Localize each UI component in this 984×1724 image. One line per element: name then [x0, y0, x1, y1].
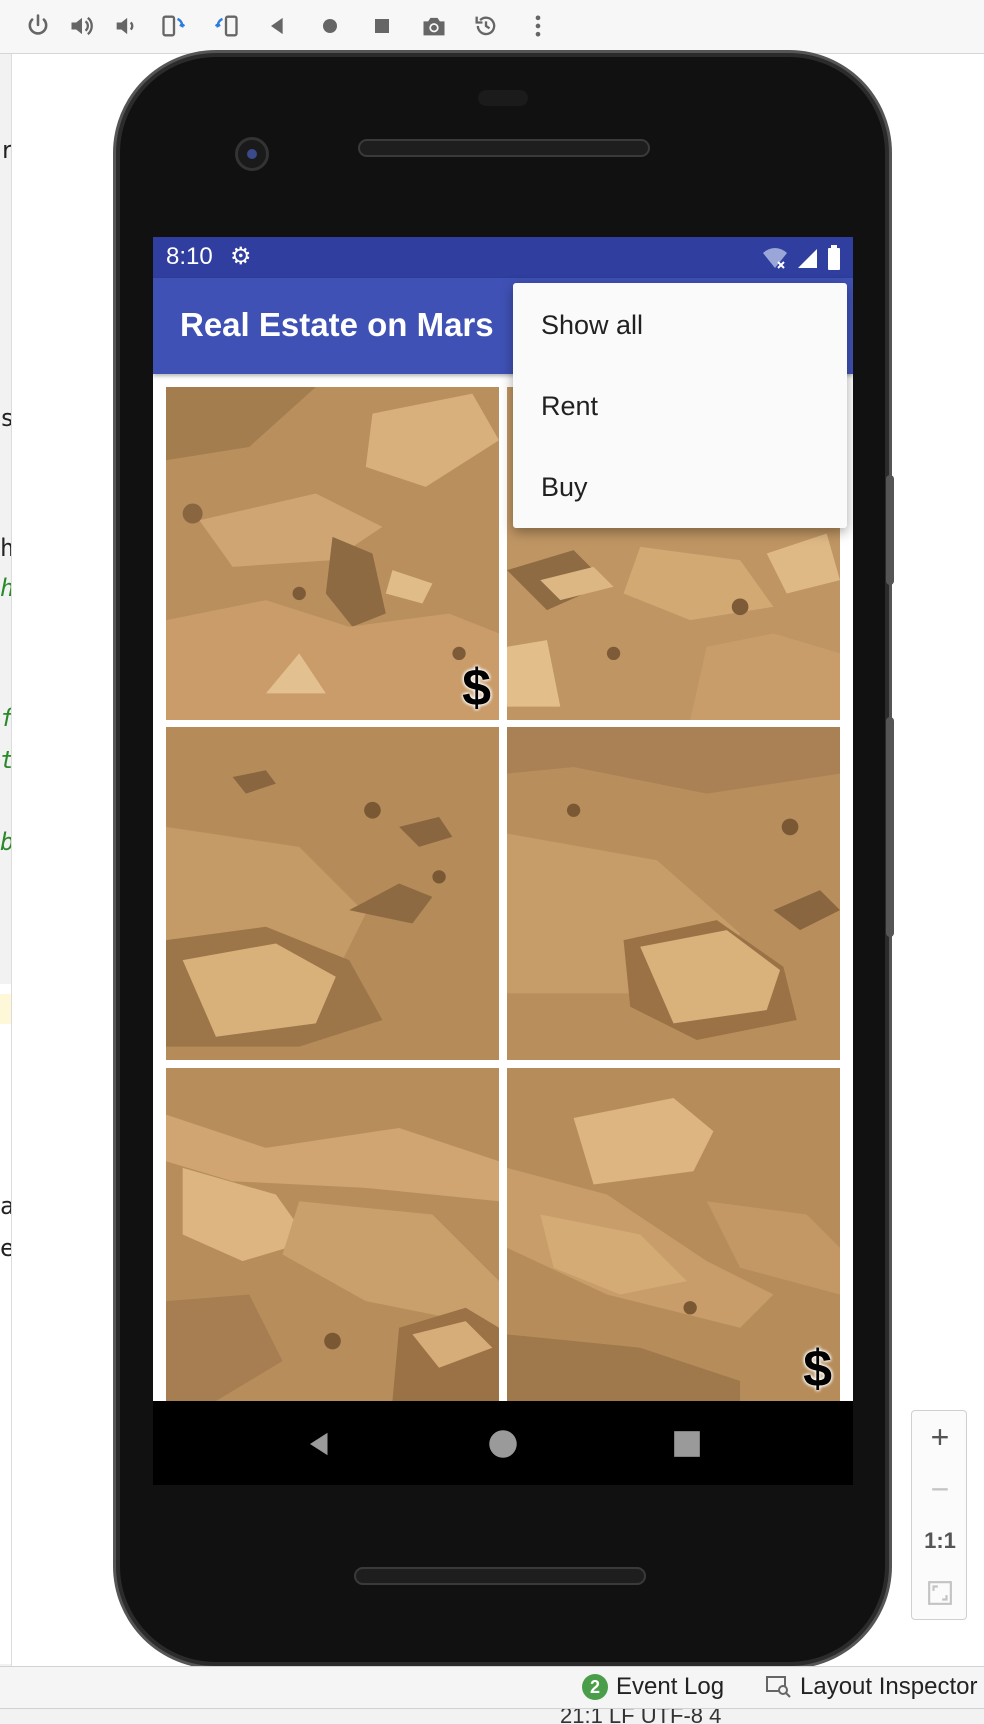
event-log-button[interactable]: 2 Event Log: [582, 1673, 724, 1701]
layout-inspector-icon: [766, 1676, 791, 1698]
code-fragment: r: [0, 138, 11, 162]
event-log-count: 2: [582, 1674, 608, 1700]
volume-side-button: [886, 717, 894, 937]
code-fragment: b: [0, 830, 11, 854]
android-nav-bar: [153, 1401, 853, 1485]
property-tile[interactable]: $: [507, 1068, 840, 1401]
code-fragment: s: [0, 406, 11, 430]
actual-size-button[interactable]: 1:1: [912, 1515, 968, 1567]
tool-window-bar: 2 Event Log Layout Inspector: [0, 1666, 984, 1708]
mars-photo: [507, 1068, 840, 1401]
fit-screen-icon[interactable]: [912, 1567, 968, 1619]
page-title: Real Estate on Mars: [180, 306, 494, 343]
code-fragment: h: [0, 576, 11, 600]
filter-overflow-menu: Show all Rent Buy: [513, 283, 847, 528]
code-fragment: e: [0, 1236, 11, 1260]
settings-icon: ⚙: [230, 243, 252, 270]
menu-item-show-all[interactable]: Show all: [513, 285, 847, 365]
code-fragment: a: [0, 1194, 11, 1218]
mars-photo: [507, 727, 840, 1060]
layout-inspector-label: Layout Inspector: [800, 1673, 978, 1700]
top-speaker: [358, 139, 650, 157]
nav-home-icon[interactable]: [478, 1419, 528, 1469]
caret-position-status: 21:1 LF UTF-8 4: [560, 1708, 722, 1724]
code-fragment: h: [0, 536, 11, 560]
volume-up-icon[interactable]: [64, 8, 100, 44]
front-camera: [235, 137, 269, 171]
power-icon[interactable]: [20, 8, 56, 44]
device-screen: 8:10 ⚙ Real Estate on Mars $ $ Show all …: [153, 237, 853, 1401]
property-grid: $ $: [166, 387, 840, 1401]
code-fragment: f: [0, 706, 11, 730]
layout-inspector-button[interactable]: Layout Inspector: [766, 1673, 977, 1701]
replay-icon[interactable]: [468, 8, 504, 44]
emulator-toolbar: [0, 0, 984, 54]
property-tile[interactable]: [166, 727, 499, 1060]
bottom-speaker: [354, 1567, 646, 1585]
for-sale-badge: $: [803, 1340, 832, 1398]
volume-down-icon[interactable]: [108, 8, 144, 44]
zoom-in-button[interactable]: +: [912, 1411, 968, 1463]
signal-icon: [798, 249, 817, 268]
code-editor-edge: r s h h f t b a e: [0, 54, 12, 1666]
code-fragment: t: [0, 748, 11, 772]
mars-photo: [166, 387, 499, 720]
mars-photo: [166, 1068, 499, 1401]
battery-icon: [828, 245, 840, 270]
overview-icon[interactable]: [364, 8, 400, 44]
phone-frame: 8:10 ⚙ Real Estate on Mars $ $ Show all …: [120, 57, 894, 1662]
nav-back-icon[interactable]: [295, 1419, 345, 1469]
property-tile[interactable]: [507, 727, 840, 1060]
back-icon[interactable]: [260, 8, 296, 44]
proximity-sensor: [478, 90, 528, 106]
status-time: 8:10: [166, 243, 213, 270]
event-log-label: Event Log: [616, 1673, 725, 1700]
home-icon[interactable]: [312, 8, 348, 44]
menu-item-rent[interactable]: Rent: [513, 366, 847, 446]
more-icon[interactable]: [520, 8, 556, 44]
rotate-left-icon[interactable]: [156, 8, 192, 44]
property-tile[interactable]: $: [166, 387, 499, 720]
android-status-bar: 8:10 ⚙: [153, 237, 853, 278]
zoom-controls: + − 1:1: [911, 1410, 967, 1620]
ide-status-bar: 21:1 LF UTF-8 4: [0, 1708, 984, 1724]
rotate-right-icon[interactable]: [208, 8, 244, 44]
property-tile[interactable]: [166, 1068, 499, 1401]
mars-photo: [166, 727, 499, 1060]
for-sale-badge: $: [462, 659, 491, 717]
camera-icon[interactable]: [416, 8, 452, 44]
menu-item-buy[interactable]: Buy: [513, 447, 847, 527]
nav-recents-icon[interactable]: [662, 1419, 712, 1469]
wifi-icon: [763, 248, 787, 269]
zoom-out-button[interactable]: −: [912, 1463, 968, 1515]
power-side-button: [886, 475, 894, 585]
